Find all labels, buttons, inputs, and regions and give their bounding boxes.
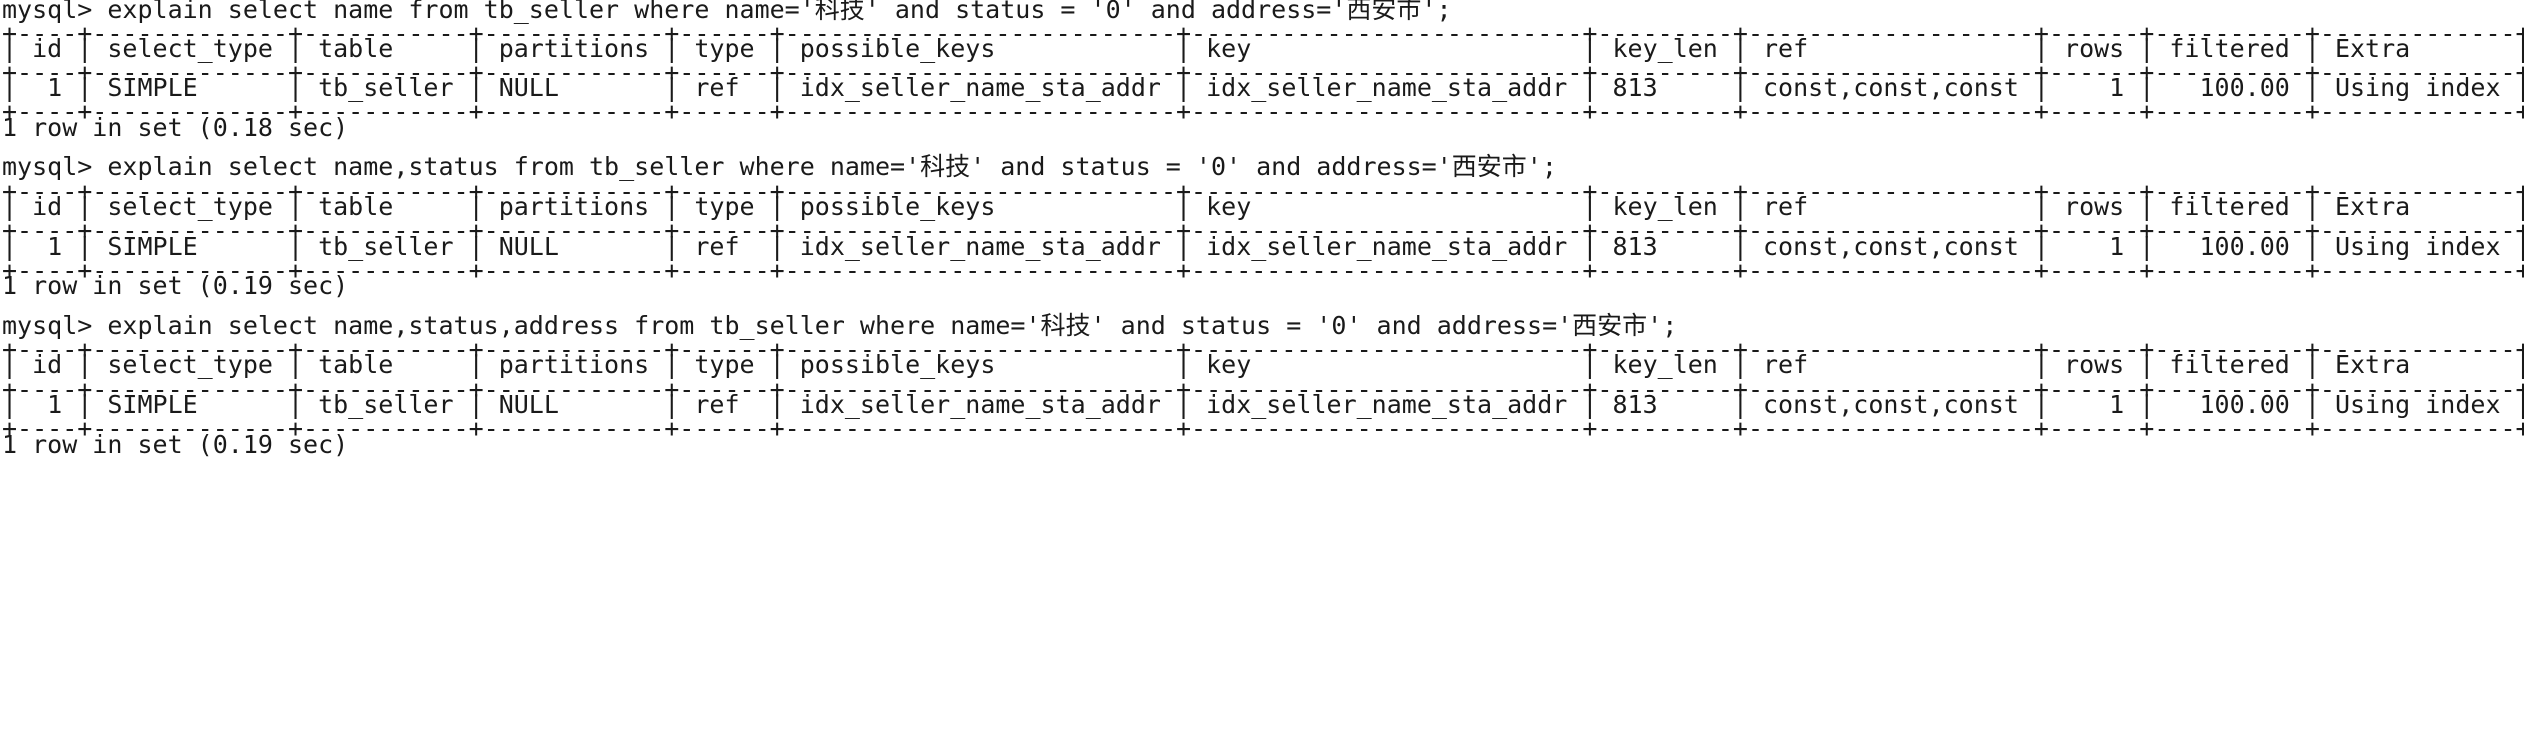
table-border: +----+-------------+-----------+--------… (2, 414, 2524, 443)
result-status: 1 row in set (0.19 sec) (2, 271, 349, 300)
result-status: 1 row in set (0.18 sec) (2, 113, 349, 142)
table-border: +----+-------------+-----------+--------… (2, 256, 2524, 285)
table-border: +----+-------------+-----------+--------… (2, 97, 2524, 126)
terminal-output: mysql> explain select name from tb_selle… (0, 0, 2524, 741)
result-status: 1 row in set (0.19 sec) (2, 430, 349, 459)
